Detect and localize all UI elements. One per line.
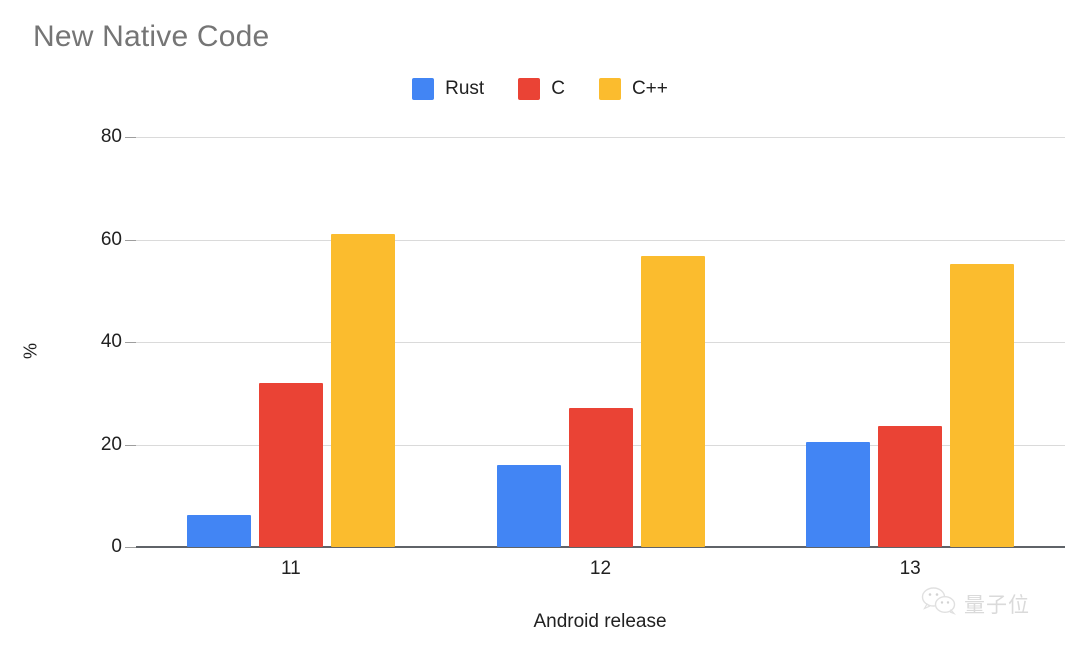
y-tick-label: 60 [100,228,122,250]
y-tick-mark [125,239,136,241]
legend-item-c[interactable]: C [518,78,565,100]
legend-swatch-icon [518,78,541,100]
y-tick-label: 0 [111,536,122,557]
y-tick-mark [125,137,136,138]
chart-legend: Rust C C++ [0,78,1080,100]
watermark-text: 量子位 [964,592,1030,617]
y-tick-mark [125,547,136,548]
bar-rust-12[interactable] [496,465,561,547]
legend-swatch-icon [598,78,621,100]
bar-c-12[interactable] [568,407,633,547]
gridline [136,342,1065,343]
plot-area [136,137,1065,548]
legend-swatch-icon [412,78,435,100]
chart-title: New Native Code [33,20,270,53]
x-tick-label: 13 [899,558,921,579]
x-axis-label: Android release [533,611,667,632]
x-tick-label: 11 [280,558,301,579]
gridline [136,137,1065,138]
legend-label: C++ [631,78,668,99]
gridline [136,239,1065,241]
y-tick-label: 20 [100,433,122,455]
y-tick-mark [125,444,136,446]
legend-item-cpp[interactable]: C++ [598,78,668,100]
bar-cpp-12[interactable] [640,255,705,547]
wechat-icon [921,586,957,621]
legend-label: Rust [445,78,485,99]
bar-rust-11[interactable] [186,514,251,547]
bar-cpp-13[interactable] [950,264,1015,547]
y-tick-mark [125,342,136,343]
watermark: 量子位 [921,586,1030,621]
legend-label: C [551,78,565,99]
bar-rust-13[interactable] [806,441,871,547]
y-tick-label: 80 [100,126,122,147]
legend-item-rust[interactable]: Rust [412,78,484,100]
y-axis-label: % [20,342,41,360]
bar-c-11[interactable] [258,383,323,547]
bar-cpp-11[interactable] [330,234,395,547]
y-tick-label: 40 [100,331,122,352]
bar-c-13[interactable] [878,426,943,547]
chart-container: New Native Code Rust C C++ % 0 20 40 60 80 11 1… [0,0,1080,651]
x-tick-label: 12 [589,558,612,579]
